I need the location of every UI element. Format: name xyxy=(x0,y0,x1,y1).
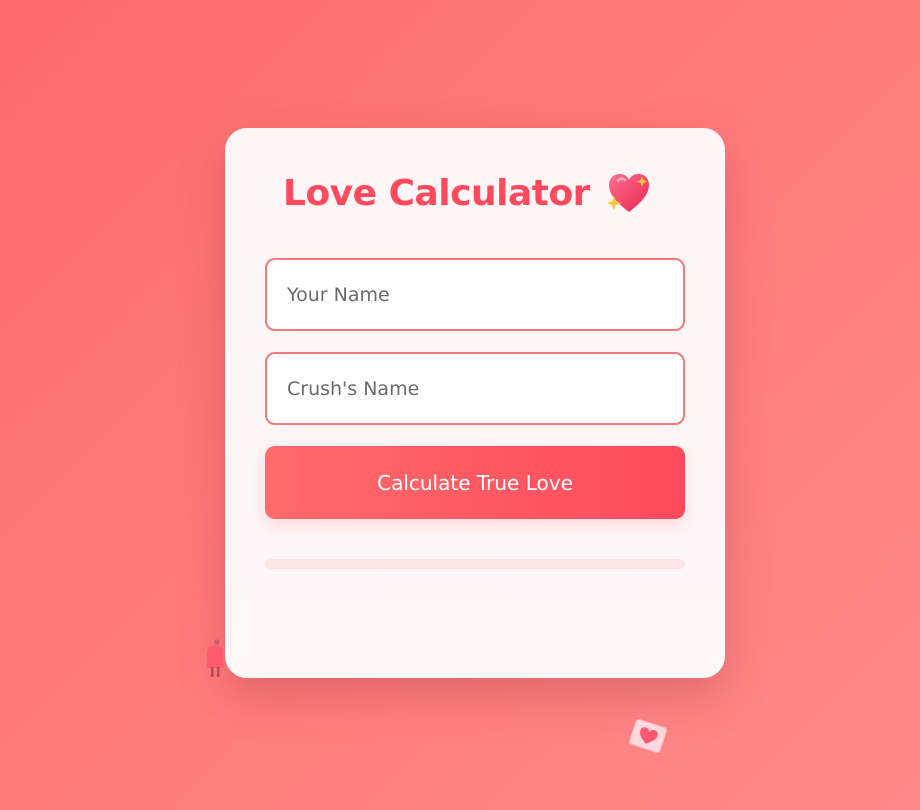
crush-name-input[interactable] xyxy=(265,352,685,425)
result-progress-bar xyxy=(265,559,685,569)
sparkling-heart-icon xyxy=(606,172,652,214)
love-letter-icon xyxy=(628,717,669,754)
calculate-button[interactable]: Calculate True Love xyxy=(265,446,685,519)
couple-figure-icon xyxy=(204,638,226,678)
page-title: Love Calculator xyxy=(283,172,652,214)
your-name-input[interactable] xyxy=(265,258,685,331)
title-text: Love Calculator xyxy=(283,172,590,214)
love-calculator-card: Love Calculator Calculate True Love xyxy=(225,128,725,678)
